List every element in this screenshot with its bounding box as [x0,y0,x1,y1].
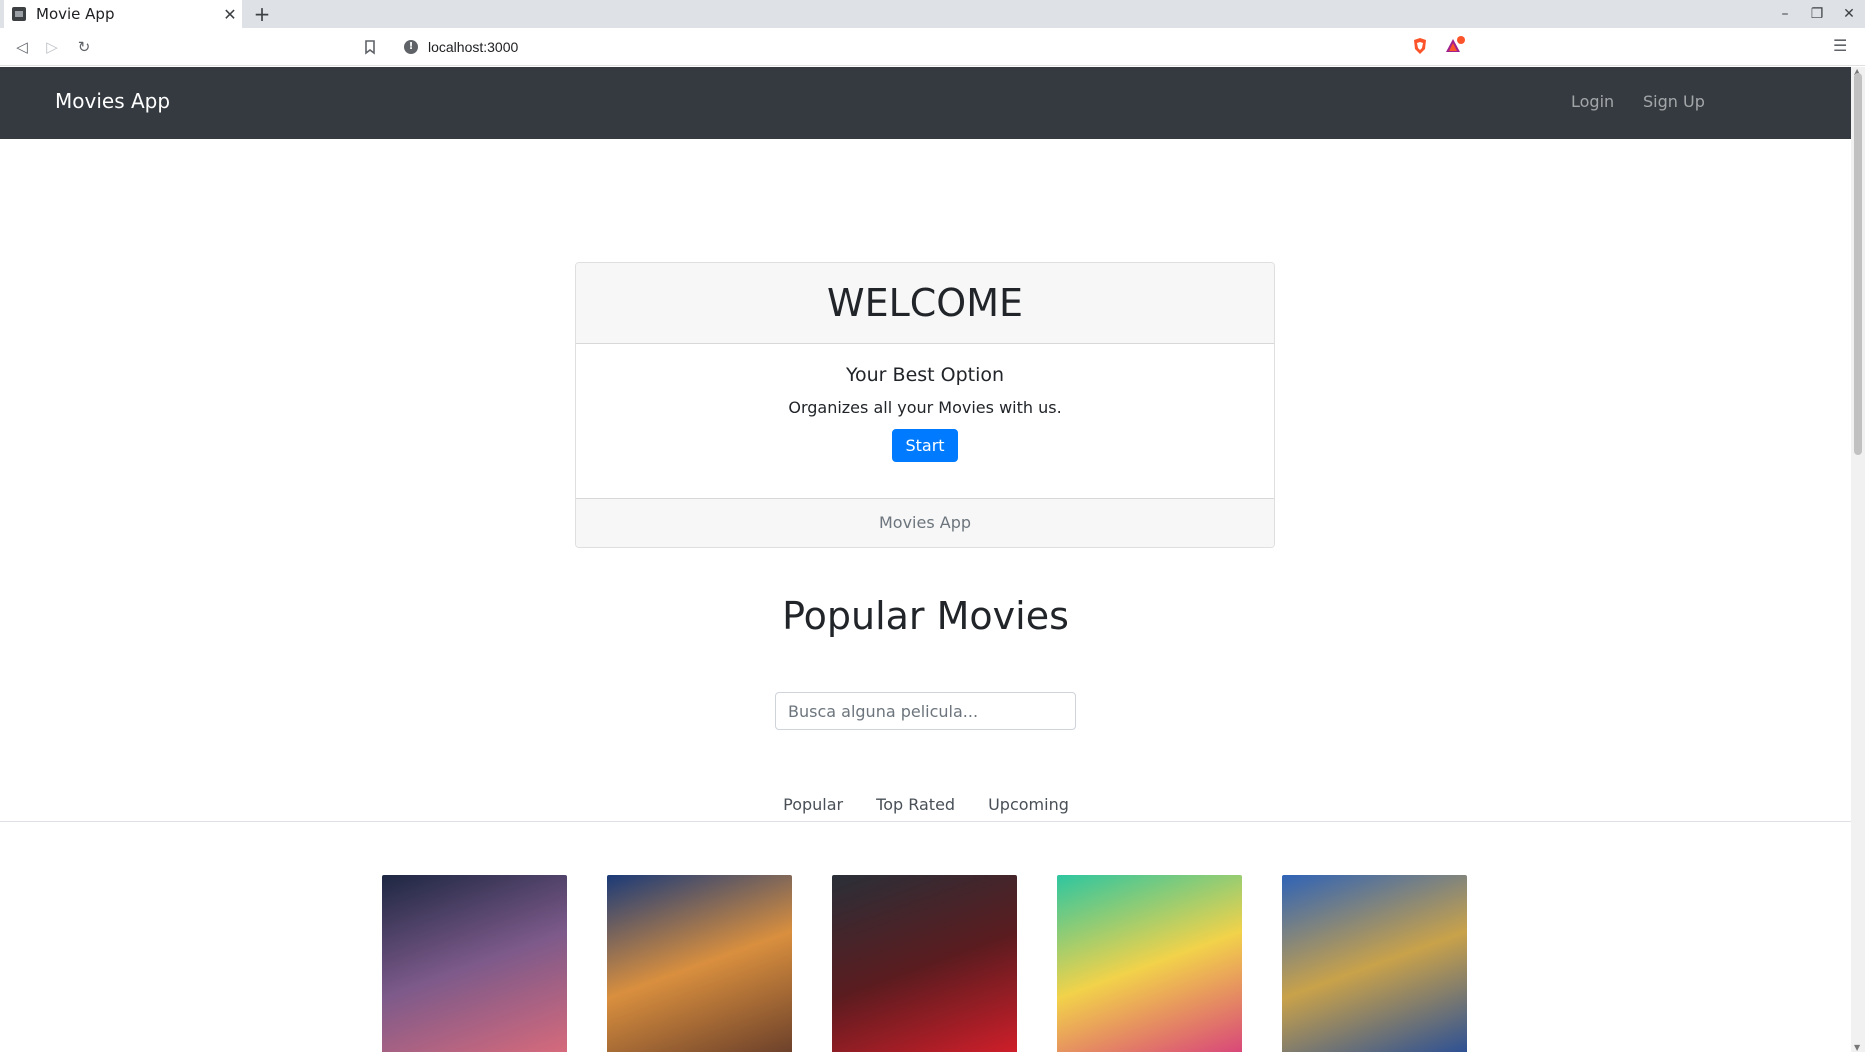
welcome-header: WELCOME [576,263,1274,344]
browser-toolbar: ◁ ▷ ↻ ! localhost:3000 ☰ [0,28,1865,66]
page-scrollbar[interactable]: ▲ ▼ [1851,67,1865,1052]
popular-movies-title: Popular Movies [782,594,1069,638]
signup-link[interactable]: Sign Up [1643,92,1705,111]
minimize-button[interactable]: – [1769,0,1801,28]
browser-menu-icon[interactable]: ☰ [1833,38,1849,54]
reload-icon[interactable]: ↻ [72,36,96,58]
start-button[interactable]: Start [892,429,958,462]
scroll-down-arrow-icon[interactable]: ▼ [1854,1043,1860,1052]
close-window-button[interactable]: ✕ [1833,0,1865,28]
birds-of-prey-poster[interactable] [1057,875,1242,1052]
forward-icon[interactable]: ▷ [40,36,64,58]
address-bar[interactable]: ! localhost:3000 [392,33,1472,61]
poster-grid [382,875,1467,1052]
browser-tab[interactable]: Movie App ✕ [4,0,242,28]
tab-popular[interactable]: Popular [767,787,859,821]
navbar-brand[interactable]: Movies App [55,89,170,113]
welcome-body: Your Best Option Organizes all your Movi… [576,344,1274,498]
ad-astra-poster[interactable] [382,875,567,1052]
new-tab-button[interactable]: + [250,1,274,27]
brave-rewards-icon[interactable] [1444,36,1466,56]
welcome-card: WELCOME Your Best Option Organizes all y… [575,262,1275,548]
brave-shield-icon[interactable] [1410,36,1430,56]
scroll-thumb[interactable] [1854,73,1862,455]
login-link[interactable]: Login [1571,92,1614,111]
bookmark-icon[interactable] [360,37,380,57]
movie-search-input[interactable] [775,692,1076,730]
close-tab-icon[interactable]: ✕ [218,5,242,24]
favicon-icon [12,7,26,21]
movie-tabs: Popular Top Rated Upcoming [0,787,1851,822]
navbar: Movies App Login Sign Up [0,67,1851,139]
window-controls: – ❐ ✕ [1769,0,1865,28]
tab-top-rated[interactable]: Top Rated [860,787,971,821]
site-info-icon[interactable]: ! [404,40,418,54]
bloodshot-poster[interactable] [832,875,1017,1052]
page-viewport: Movies App Login Sign Up WELCOME Your Be… [0,67,1851,1052]
tab-upcoming[interactable]: Upcoming [972,787,1085,821]
browser-tabstrip: Movie App ✕ + – ❐ ✕ [0,0,1865,28]
welcome-text: Organizes all your Movies with us. [788,398,1062,417]
back-icon[interactable]: ◁ [10,36,34,58]
scoob-poster[interactable] [607,875,792,1052]
url-text[interactable]: localhost:3000 [428,39,518,55]
restore-button[interactable]: ❐ [1801,0,1833,28]
welcome-footer: Movies App [576,498,1274,547]
tab-title: Movie App [36,5,115,23]
sonic-poster[interactable] [1282,875,1467,1052]
welcome-title: Your Best Option [845,364,1005,386]
